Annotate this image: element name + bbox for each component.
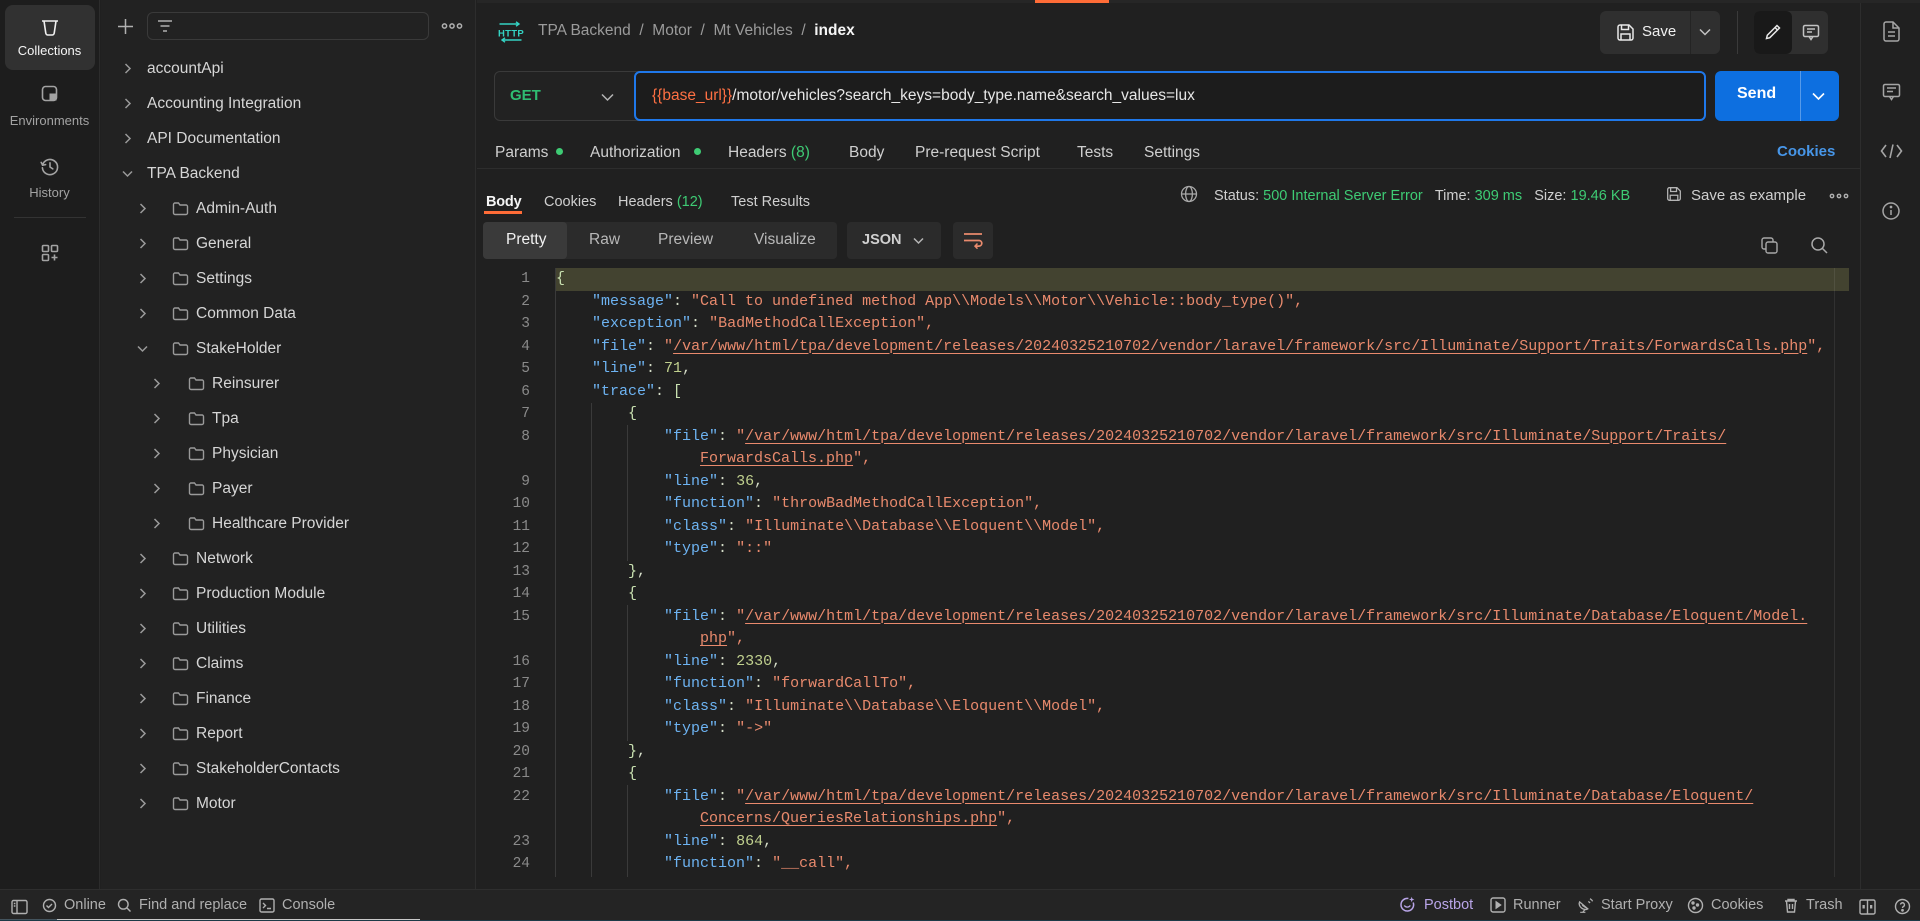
svg-text:HTTP: HTTP	[498, 29, 524, 40]
